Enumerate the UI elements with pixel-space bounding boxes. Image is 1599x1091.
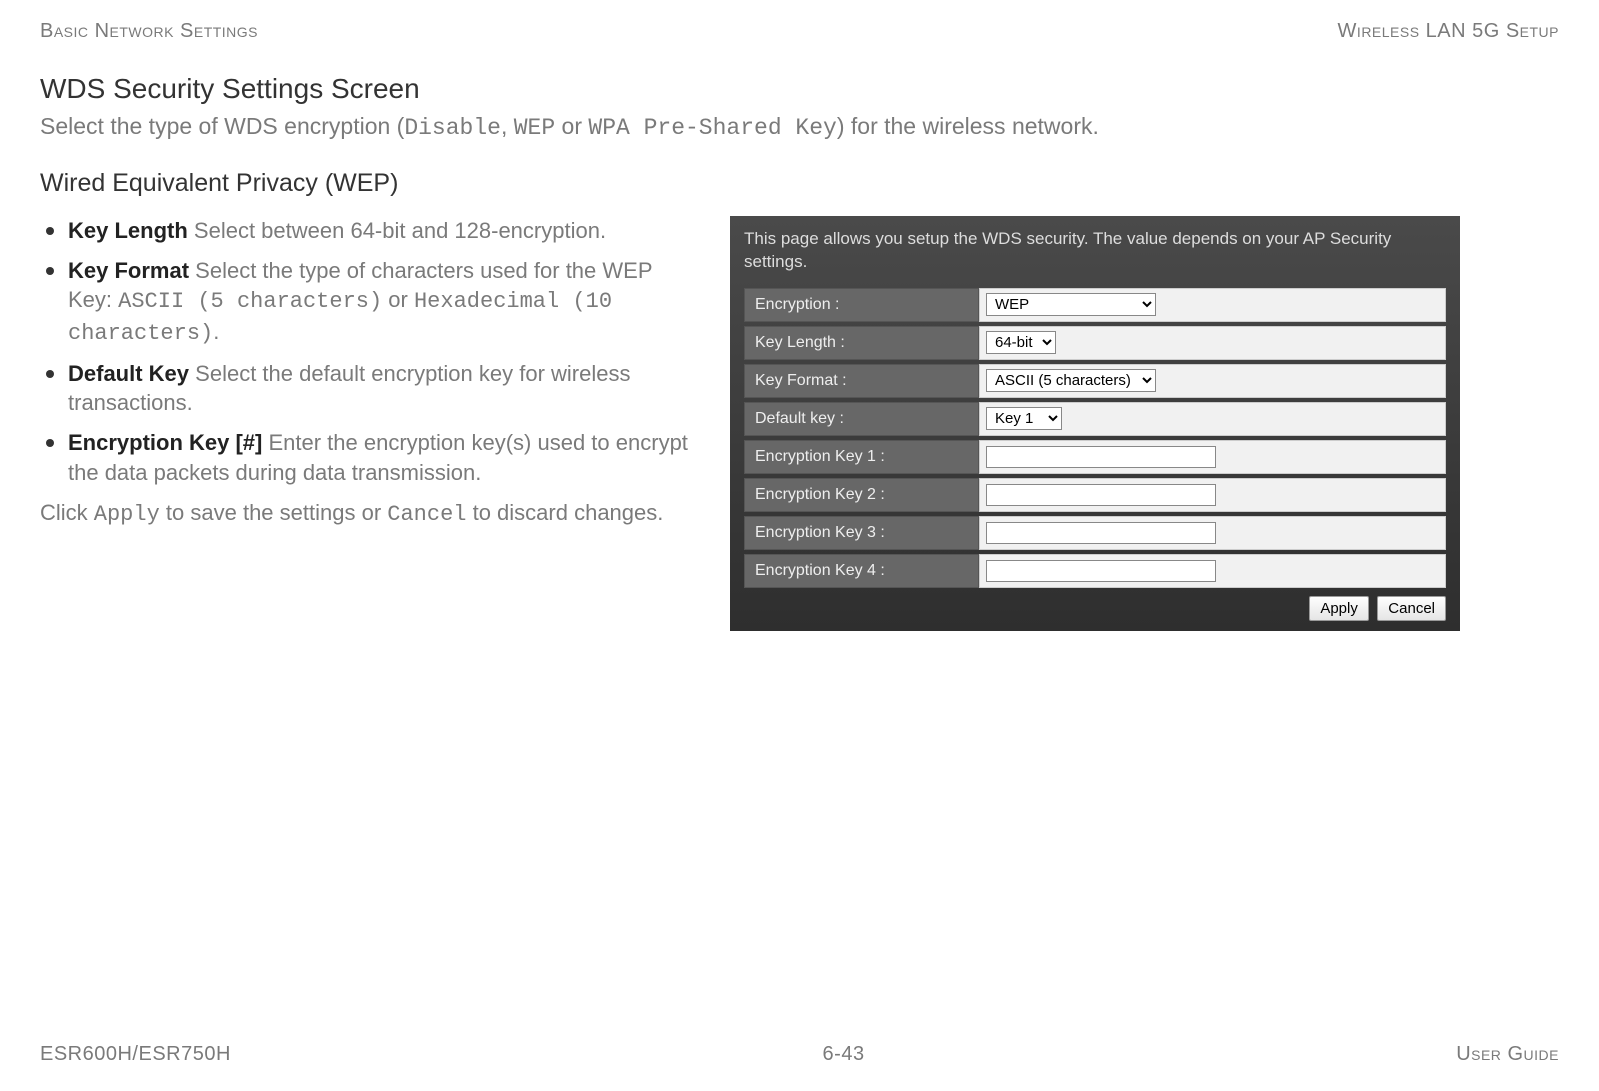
header-right: Wireless LAN 5G Setup [1338, 20, 1559, 43]
cell-enc-key-3 [979, 516, 1446, 550]
enc-key-1-input[interactable] [986, 446, 1216, 468]
cell-default-key: Key 1 [979, 402, 1446, 436]
label-enc-key-1: Encryption Key 1 : [744, 440, 979, 474]
desc-text: or [382, 287, 414, 312]
desc-text: . [213, 319, 219, 344]
cell-enc-key-1 [979, 440, 1446, 474]
subsection-title: Wired Equivalent Privacy (WEP) [40, 169, 1559, 198]
footer-model: ESR600H/ESR750H [40, 1043, 231, 1066]
button-row: Apply Cancel [744, 596, 1446, 621]
term-key-format: Key Format [68, 258, 189, 283]
intro-frag: or [555, 113, 588, 139]
term-default-key: Default Key [68, 361, 189, 386]
code-ascii: ASCII (5 characters) [118, 289, 382, 314]
bullet-list: Key Length Select between 64-bit and 128… [40, 216, 700, 488]
code-apply: Apply [94, 502, 160, 527]
key-length-select[interactable]: 64-bit [986, 331, 1056, 354]
closing-frag: Click [40, 500, 94, 525]
enc-key-3-input[interactable] [986, 522, 1216, 544]
enc-key-2-input[interactable] [986, 484, 1216, 506]
row-key-format: Key Format : ASCII (5 characters) [744, 364, 1446, 398]
label-default-key: Default key : [744, 402, 979, 436]
footer-page-number: 6-43 [823, 1043, 865, 1066]
term-key-length: Key Length [68, 218, 188, 243]
row-enc-key-4: Encryption Key 4 : [744, 554, 1446, 588]
row-encryption: Encryption : WEP [744, 288, 1446, 322]
code-wep: WEP [514, 115, 555, 141]
label-key-format: Key Format : [744, 364, 979, 398]
list-item: Key Length Select between 64-bit and 128… [40, 216, 700, 246]
list-item: Encryption Key [#] Enter the encryption … [40, 428, 700, 487]
intro-frag: ) for the wireless network. [837, 113, 1099, 139]
cell-key-length: 64-bit [979, 326, 1446, 360]
closing-frag: to save the settings or [160, 500, 387, 525]
label-key-length: Key Length : [744, 326, 979, 360]
header-left: Basic Network Settings [40, 20, 258, 43]
cell-enc-key-4 [979, 554, 1446, 588]
footer-guide: User Guide [1456, 1043, 1559, 1066]
closing-frag: to discard changes. [466, 500, 663, 525]
page-header: Basic Network Settings Wireless LAN 5G S… [40, 20, 1559, 43]
label-enc-key-3: Encryption Key 3 : [744, 516, 979, 550]
cell-encryption: WEP [979, 288, 1446, 322]
cancel-button[interactable]: Cancel [1377, 596, 1446, 621]
apply-button[interactable]: Apply [1309, 596, 1369, 621]
panel-note: This page allows you setup the WDS secur… [744, 228, 1446, 274]
closing-text: Click Apply to save the settings or Canc… [40, 498, 700, 530]
code-cancel: Cancel [387, 502, 466, 527]
code-disable: Disable [404, 115, 501, 141]
section-title: WDS Security Settings Screen [40, 73, 1559, 105]
list-item: Key Format Select the type of characters… [40, 256, 700, 349]
row-key-length: Key Length : 64-bit [744, 326, 1446, 360]
label-enc-key-4: Encryption Key 4 : [744, 554, 979, 588]
intro-frag: Select the type of WDS encryption ( [40, 113, 404, 139]
description-column: Key Length Select between 64-bit and 128… [40, 216, 700, 529]
code-wpa: WPA Pre-Shared Key [588, 115, 836, 141]
cell-key-format: ASCII (5 characters) [979, 364, 1446, 398]
row-enc-key-3: Encryption Key 3 : [744, 516, 1446, 550]
enc-key-4-input[interactable] [986, 560, 1216, 582]
cell-enc-key-2 [979, 478, 1446, 512]
list-item: Default Key Select the default encryptio… [40, 359, 700, 418]
intro-frag: , [501, 113, 514, 139]
content-row: Key Length Select between 64-bit and 128… [40, 216, 1559, 631]
label-enc-key-2: Encryption Key 2 : [744, 478, 979, 512]
row-enc-key-2: Encryption Key 2 : [744, 478, 1446, 512]
intro-text: Select the type of WDS encryption (Disab… [40, 113, 1559, 141]
default-key-select[interactable]: Key 1 [986, 407, 1062, 430]
term-encryption-key: Encryption Key [#] [68, 430, 262, 455]
encryption-select[interactable]: WEP [986, 293, 1156, 316]
settings-panel: This page allows you setup the WDS secur… [730, 216, 1460, 631]
key-format-select[interactable]: ASCII (5 characters) [986, 369, 1156, 392]
row-enc-key-1: Encryption Key 1 : [744, 440, 1446, 474]
row-default-key: Default key : Key 1 [744, 402, 1446, 436]
page-footer: ESR600H/ESR750H 6-43 User Guide [40, 1043, 1559, 1066]
label-encryption: Encryption : [744, 288, 979, 322]
desc-text: Select between 64-bit and 128-encryption… [188, 218, 606, 243]
